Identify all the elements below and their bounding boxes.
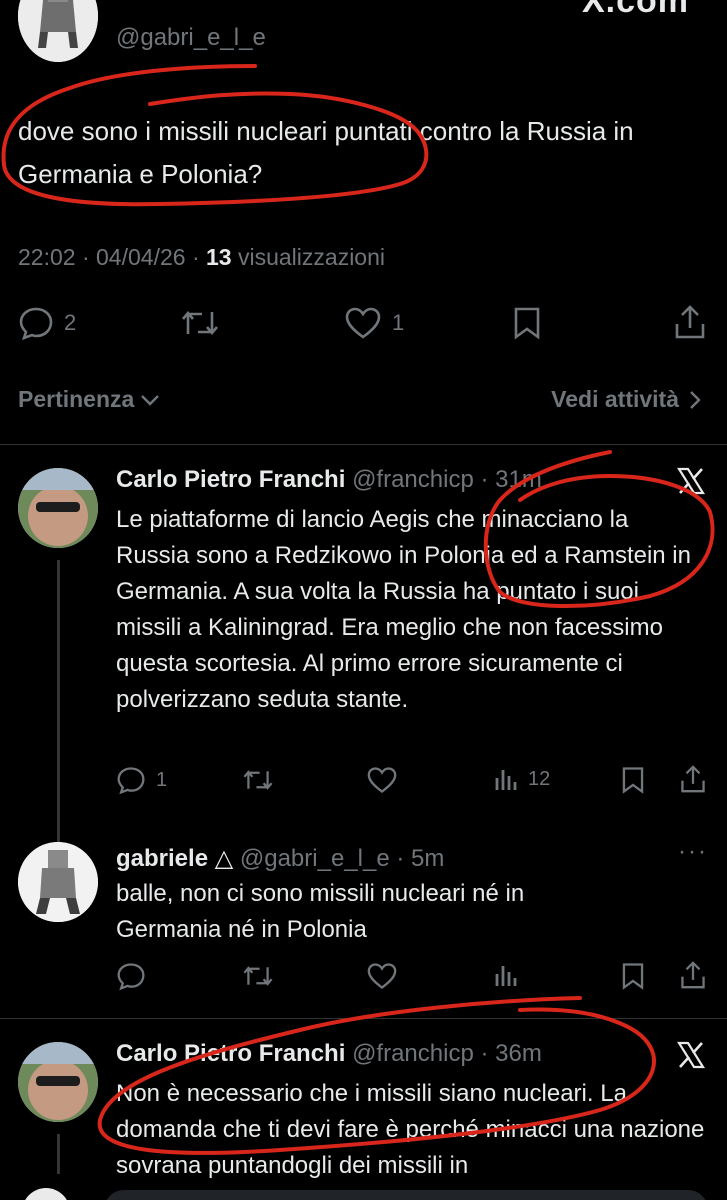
name-symbol: △ xyxy=(214,845,234,872)
avatar-figure-icon xyxy=(18,842,98,922)
author-name[interactable]: Carlo Pietro Franchi xyxy=(116,1040,345,1067)
more-options-icon[interactable]: ··· xyxy=(678,838,708,866)
top-post-avatar[interactable] xyxy=(18,0,98,62)
share-button[interactable] xyxy=(674,304,706,340)
comment-icon xyxy=(117,963,145,990)
author-name[interactable]: Carlo Pietro Franchi xyxy=(116,466,345,493)
share-icon xyxy=(681,961,705,989)
post-time: 31m xyxy=(495,466,542,493)
reply-button[interactable] xyxy=(116,962,146,990)
like-count: 1 xyxy=(392,310,405,335)
reply-header: Carlo Pietro Franchi @franchicp · 36m xyxy=(116,1040,542,1067)
chevron-down-icon xyxy=(141,394,160,406)
post-time: 22:02 xyxy=(18,244,76,270)
top-post-text: dove sono i missili nucleari puntati con… xyxy=(18,116,634,189)
comment-icon xyxy=(117,767,145,794)
bookmark-icon xyxy=(622,767,644,794)
bookmark-icon xyxy=(622,963,644,990)
share-button[interactable] xyxy=(680,960,706,990)
avatar-figure-icon xyxy=(18,0,98,62)
reply-button[interactable]: 1 xyxy=(116,766,167,794)
like-button[interactable] xyxy=(366,962,398,990)
reply-header: Carlo Pietro Franchi @franchicp · 31m xyxy=(116,466,542,493)
author-handle[interactable]: @franchicp xyxy=(352,466,474,493)
reply-avatar[interactable] xyxy=(18,842,98,922)
repost-icon xyxy=(243,966,273,986)
heart-icon xyxy=(367,767,397,793)
like-button[interactable]: 1 xyxy=(344,306,404,340)
repost-button[interactable] xyxy=(242,964,274,988)
bookmark-button[interactable] xyxy=(512,306,542,340)
author-handle[interactable]: @franchicp xyxy=(352,1040,474,1067)
bookmark-button[interactable] xyxy=(620,766,646,794)
top-post-meta: 22:02 · 04/04/26 · 13 visualizzazioni xyxy=(18,244,385,270)
reply-count: 1 xyxy=(156,768,168,791)
post-time: 5m xyxy=(411,845,445,872)
heart-icon xyxy=(367,963,397,989)
reply-text: Le piattaforme di lancio Aegis che minac… xyxy=(116,506,691,713)
post-time: 36m xyxy=(495,1040,542,1067)
repost-icon xyxy=(182,310,218,336)
reply-text: balle, non ci sono missili nucleari né i… xyxy=(116,880,525,943)
reply-text: Non è necessario che i missili siano nuc… xyxy=(116,1080,705,1179)
bookmark-icon xyxy=(514,307,540,340)
views-label: visualizzazioni xyxy=(237,244,385,270)
divider xyxy=(0,444,727,445)
x-logo-icon xyxy=(677,467,705,495)
repost-icon xyxy=(243,770,273,790)
reply-header: gabriele △ @gabri_e_l_e · 5m xyxy=(116,845,445,872)
view-activity-label: Vedi attività xyxy=(551,386,679,412)
heart-icon xyxy=(345,307,381,339)
views-button[interactable] xyxy=(494,962,518,988)
analytics-icon xyxy=(495,770,517,790)
views-button[interactable]: 12 xyxy=(494,766,550,792)
thread-line xyxy=(57,1134,60,1174)
author-handle[interactable]: @gabri_e_l_e xyxy=(240,845,390,872)
sort-relevance-dropdown[interactable]: Pertinenza xyxy=(18,386,160,413)
share-icon xyxy=(681,765,705,793)
avatar-photo-icon xyxy=(18,1042,98,1122)
reply-avatar[interactable] xyxy=(18,1042,98,1122)
reply-count: 2 xyxy=(64,310,77,335)
repost-button[interactable] xyxy=(242,768,274,792)
post-date: 04/04/26 xyxy=(96,244,186,270)
view-activity-link[interactable]: Vedi attività xyxy=(551,386,701,413)
comment-icon xyxy=(19,307,53,340)
top-post-handle[interactable]: @gabri_e_l_e xyxy=(116,24,266,52)
like-button[interactable] xyxy=(366,766,398,794)
bookmark-button[interactable] xyxy=(620,962,646,990)
x-logo-icon xyxy=(677,1041,705,1069)
share-icon xyxy=(675,305,705,339)
composer-avatar[interactable] xyxy=(22,1188,70,1200)
repost-button[interactable] xyxy=(180,308,220,338)
share-button[interactable] xyxy=(680,764,706,794)
analytics-icon xyxy=(495,966,517,986)
reply-composer[interactable] xyxy=(104,1190,708,1200)
views-count: 13 xyxy=(206,244,232,270)
watermark-fragment: X.com xyxy=(582,0,690,20)
sort-relevance-label: Pertinenza xyxy=(18,386,135,412)
author-name[interactable]: gabriele xyxy=(116,845,208,872)
thread-line xyxy=(57,560,60,842)
divider xyxy=(0,1018,727,1019)
reply-button[interactable]: 2 xyxy=(18,306,76,340)
avatar-photo-icon xyxy=(18,468,98,548)
chevron-right-icon xyxy=(690,390,701,409)
views-count: 12 xyxy=(528,767,551,790)
reply-avatar[interactable] xyxy=(18,468,98,548)
